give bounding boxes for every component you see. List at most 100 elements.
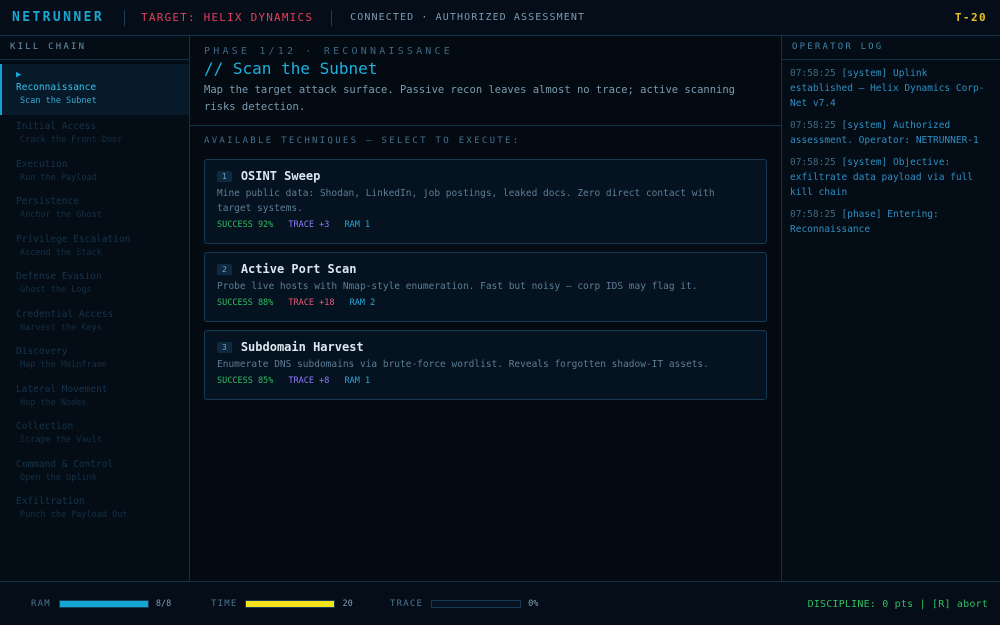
- phase-header: PHASE 1/12 · RECONNAISSANCE // Scan the …: [190, 36, 781, 126]
- time-meter: TIME 20: [211, 599, 353, 609]
- kill-chain-item-name: Command & Control: [16, 458, 114, 470]
- trace-stat: TRACE +3: [288, 220, 330, 230]
- connection-status: CONNECTED · AUTHORIZED ASSESSMENT: [350, 12, 586, 23]
- time-label: TIME: [211, 599, 238, 609]
- technique-card[interactable]: 1 OSINT Sweep Mine public data: Shodan, …: [204, 159, 767, 244]
- trace-value: 0%: [528, 599, 539, 609]
- kill-chain-item-name: Collection: [16, 421, 74, 432]
- technique-header: 3 Subdomain Harvest: [217, 340, 754, 354]
- technique-description: Mine public data: Shodan, LinkedIn, job …: [217, 188, 715, 214]
- kill-chain-item[interactable]: Command & Control Open the Uplink: [0, 453, 189, 491]
- top-bar: NETRUNNER TARGET: HELIX DYNAMICS CONNECT…: [0, 0, 1000, 36]
- kill-chain-item[interactable]: Lateral Movement Hop the Nodes: [0, 378, 189, 416]
- kill-chain-item-sub: Scan the Subnet: [20, 96, 97, 106]
- trace-stat: TRACE +18: [288, 298, 335, 308]
- kill-chain-item-sub: Ghost the Logs: [20, 285, 92, 295]
- technique-number: 2: [217, 263, 232, 275]
- kill-chain-item-sub: Crack the Front Door: [20, 135, 123, 145]
- ram-bar: [58, 600, 149, 608]
- trace-label: TRACE: [390, 599, 424, 609]
- kill-chain-list: ▶ Reconnaissance Scan the Subnet Initial Ac…: [0, 60, 189, 528]
- kill-chain-item-name: Discovery: [16, 346, 68, 357]
- kill-chain-item-name: Lateral Movement: [16, 383, 108, 395]
- operator-log-title: OPERATOR LOG: [782, 36, 1000, 60]
- ram-bar-fill: [59, 601, 148, 607]
- log-timestamp: 07:58:25: [790, 120, 836, 131]
- kill-chain-item-name: Credential Access: [16, 308, 114, 320]
- time-value: 20: [342, 599, 353, 609]
- technique-stats: SUCCESS 88% TRACE +18 RAM 2: [217, 298, 754, 308]
- kill-chain-item[interactable]: Defense Evasion Ghost the Logs: [0, 265, 189, 303]
- turn-timer: T-20: [954, 11, 987, 24]
- kill-chain-item-sub: Anchor the Ghost: [20, 210, 102, 220]
- kill-chain-item-name: Initial Access: [16, 121, 97, 132]
- kill-chain-item-name: Exfiltration: [16, 496, 85, 507]
- technique-stats: SUCCESS 85% TRACE +8 RAM 1: [217, 376, 754, 386]
- time-bar-fill: [246, 601, 335, 607]
- divider: [331, 9, 333, 26]
- ram-stat: RAM 1: [344, 220, 371, 230]
- technique-number: 3: [217, 341, 232, 353]
- kill-chain-item[interactable]: ▶ Reconnaissance Scan the Subnet: [0, 64, 189, 115]
- technique-header: 2 Active Port Scan: [217, 262, 754, 276]
- kill-chain-item-name: Persistence: [16, 196, 79, 207]
- kill-chain-item[interactable]: Exfiltration Punch the Payload Out: [0, 490, 189, 528]
- ram-stat: RAM 2: [349, 298, 376, 308]
- kill-chain-item-sub: Punch the Payload Out: [20, 510, 128, 520]
- trace-bar: [431, 600, 522, 608]
- kill-chain-item-sub: Harvest the Keys: [20, 322, 102, 333]
- kill-chain-item-sub: Open the Uplink: [20, 472, 97, 483]
- kill-chain-item-sub: Map the Mainframe: [20, 360, 107, 370]
- phase-title: // Scan the Subnet: [204, 59, 378, 78]
- technique-list: 1 OSINT Sweep Mine public data: Shodan, …: [190, 159, 781, 400]
- trace-meter: TRACE 0%: [390, 599, 538, 609]
- target-label: TARGET: HELIX DYNAMICS: [141, 11, 314, 24]
- kill-chain-item-name: Execution: [16, 158, 68, 170]
- ram-label: RAM: [31, 599, 51, 609]
- log-timestamp: 07:58:25: [790, 209, 836, 220]
- kill-chain-item-name: Reconnaissance: [16, 82, 97, 93]
- log-timestamp: 07:58:25: [790, 157, 836, 168]
- kill-chain-panel: KILL CHAIN ▶ Reconnaissance Scan the Subne…: [0, 36, 190, 582]
- phase-description: Map the target attack surface. Passive r…: [204, 84, 736, 113]
- kill-chain-item-sub: Run the Payload: [20, 172, 97, 183]
- active-arrow-icon: ▶: [16, 70, 22, 80]
- technique-number: 1: [217, 170, 232, 182]
- technique-description: Enumerate DNS subdomains via brute-force…: [217, 359, 709, 370]
- kill-chain-item[interactable]: Execution Run the Payload: [0, 153, 189, 191]
- time-bar: [245, 600, 336, 608]
- technique-description: Probe live hosts with Nmap-style enumera…: [217, 281, 698, 292]
- status-bar: RAM 8/8 TIME 20 TRACE 0% DISCIPLINE: 0 p…: [0, 581, 1000, 625]
- kill-chain-item-sub: Hop the Nodes: [20, 397, 87, 408]
- technique-card[interactable]: 3 Subdomain Harvest Enumerate DNS subdom…: [204, 330, 767, 400]
- kill-chain-item[interactable]: Credential Access Harvest the Keys: [0, 303, 189, 341]
- ram-value: 8/8: [155, 599, 172, 609]
- technique-name: Subdomain Harvest: [240, 340, 364, 354]
- log-entry: 07:58:25 [system] Objective: exfiltrate …: [790, 155, 990, 200]
- technique-name: OSINT Sweep: [240, 169, 321, 183]
- log-timestamp: 07:58:25: [790, 68, 836, 79]
- kill-chain-item[interactable]: Initial Access Crack the Front Door: [0, 115, 189, 153]
- divider: [124, 9, 126, 26]
- kill-chain-item[interactable]: Discovery Map the Mainframe: [0, 340, 189, 378]
- techniques-heading: AVAILABLE TECHNIQUES — SELECT TO EXECUTE…: [204, 136, 521, 146]
- discipline-score: DISCIPLINE: 0 pts | [R] abort: [807, 599, 988, 610]
- technique-stats: SUCCESS 92% TRACE +3 RAM 1: [217, 220, 754, 230]
- trace-stat: TRACE +8: [288, 376, 330, 386]
- kill-chain-item-name: Privilege Escalation: [16, 233, 131, 245]
- technique-card[interactable]: 2 Active Port Scan Probe live hosts with…: [204, 252, 767, 322]
- brand-title: NETRUNNER: [12, 10, 105, 25]
- success-stat: SUCCESS 85%: [217, 376, 274, 386]
- kill-chain-item-sub: Scrape the Vault: [20, 435, 102, 445]
- kill-chain-item-sub: Ascend the Stack: [20, 247, 102, 258]
- kill-chain-item[interactable]: Collection Scrape the Vault: [0, 415, 189, 453]
- kill-chain-item[interactable]: Persistence Anchor the Ghost: [0, 190, 189, 228]
- phase-label: PHASE 1/12 · RECONNAISSANCE: [204, 46, 453, 57]
- kill-chain-title: KILL CHAIN: [0, 36, 189, 60]
- log-list: 07:58:25 [system] Uplink established — H…: [782, 60, 1000, 237]
- success-stat: SUCCESS 92%: [217, 220, 274, 230]
- technique-header: 1 OSINT Sweep: [217, 169, 754, 183]
- kill-chain-item[interactable]: Privilege Escalation Ascend the Stack: [0, 228, 189, 266]
- log-entry: 07:58:25 [system] Authorized assessment.…: [790, 118, 990, 148]
- log-entry: 07:58:25 [system] Uplink established — H…: [790, 66, 990, 111]
